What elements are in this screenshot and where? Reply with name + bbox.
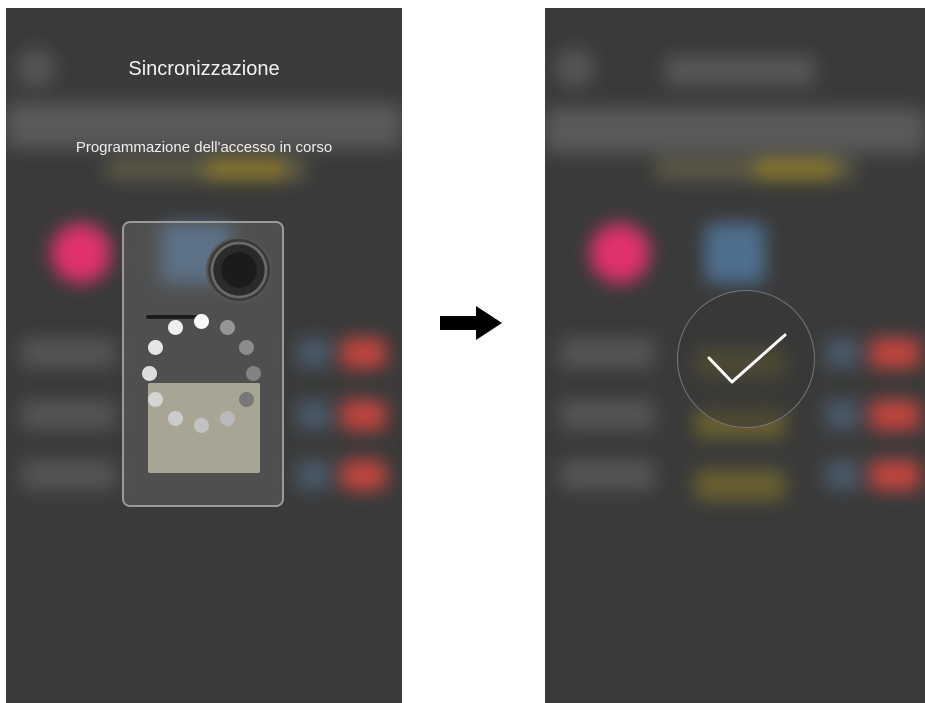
sync-screen: Sincronizzazione Programmazione dell'acc… (6, 8, 402, 703)
sync-title: Sincronizzazione (128, 58, 280, 80)
tutorial-figure: Sincronizzazione Programmazione dell'acc… (0, 0, 925, 703)
panel-keypad (148, 383, 260, 473)
panel-slot (146, 315, 206, 319)
spinner-dot (148, 339, 164, 355)
camera-lens-icon (208, 239, 270, 301)
checkmark-icon (707, 333, 786, 383)
spinner-dot (167, 320, 183, 336)
success-badge (677, 290, 815, 428)
door-entry-panel-icon (122, 221, 284, 507)
spinner-dot (245, 365, 261, 381)
right-arrow-icon (440, 306, 502, 340)
sync-subtitle: Programmazione dell'accesso in corso (75, 139, 333, 156)
spinner-dot (219, 320, 235, 336)
success-screen (545, 8, 925, 703)
spinner-dot (141, 365, 157, 381)
spinner-dot (238, 339, 254, 355)
